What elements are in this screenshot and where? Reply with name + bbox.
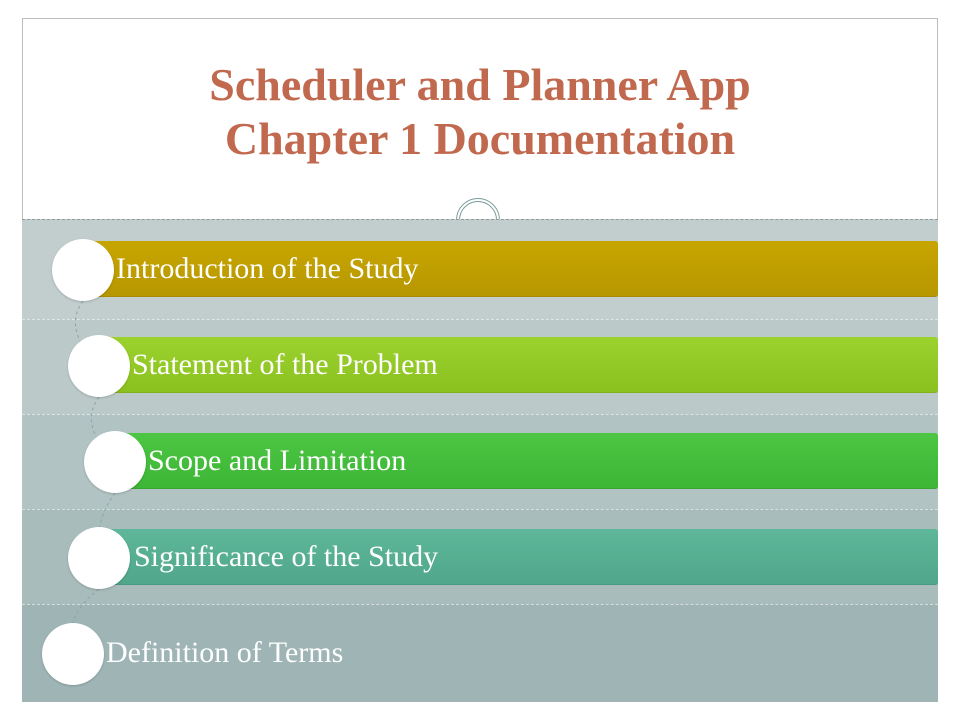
item-label: Definition of Terms <box>106 625 343 681</box>
item-label: Introduction of the Study <box>116 241 418 297</box>
title-line-1: Scheduler and Planner App <box>209 59 751 110</box>
slide-title: Scheduler and Planner App Chapter 1 Docu… <box>0 58 960 167</box>
title-line-2: Chapter 1 Documentation <box>225 113 735 164</box>
item-label: Significance of the Study <box>134 529 438 585</box>
item-label: Statement of the Problem <box>132 337 438 393</box>
item-label: Scope and Limitation <box>148 433 406 489</box>
bullet-circle-icon <box>68 335 130 397</box>
bullet-circle-icon <box>42 623 104 685</box>
bullet-circle-icon <box>68 527 130 589</box>
hierarchy-list: Introduction of the Study Statement of t… <box>22 219 938 702</box>
bullet-circle-icon <box>84 431 146 493</box>
bullet-circle-icon <box>52 239 114 301</box>
